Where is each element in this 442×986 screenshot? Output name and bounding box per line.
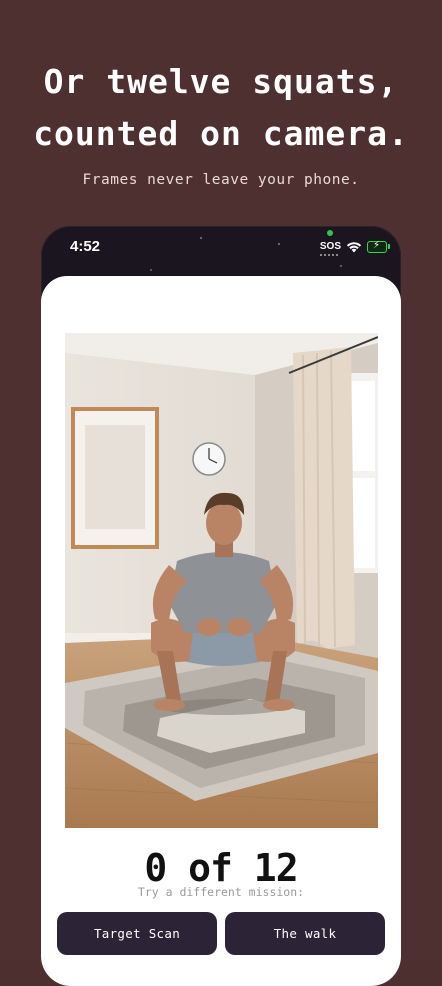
sos-indicator: SOS [319, 241, 341, 256]
headline: Or twelve squats, counted on camera. [0, 56, 442, 160]
status-icons: SOS ⚡ [319, 238, 390, 257]
subheadline: Frames never leave your phone. [82, 172, 360, 188]
phone-mockup: 4:52 SOS ⚡ 0 of 12 Try a different missi… [41, 226, 401, 986]
camera-in-use-indicator [327, 230, 333, 236]
mission-hint: Try a different mission: [137, 885, 305, 899]
app-sheet: 0 of 12 Try a different mission: Target … [41, 276, 401, 986]
headline-line-2: counted on camera. [33, 114, 409, 153]
target-scan-label: Target Scan [93, 926, 181, 941]
status-time: 4:52 [70, 238, 101, 255]
the-walk-button[interactable]: The walk [225, 912, 385, 955]
headline-line-1: Or twelve squats, [43, 62, 399, 101]
wifi-icon [346, 238, 362, 257]
rep-counter: 0 of 12 [144, 846, 298, 890]
battery-charging-icon: ⚡ [367, 240, 390, 253]
camera-preview [65, 333, 378, 828]
onboarding-page: Or twelve squats, counted on camera. Fra… [0, 0, 442, 986]
target-scan-button[interactable]: Target Scan [57, 912, 217, 955]
the-walk-label: The walk [273, 926, 337, 941]
